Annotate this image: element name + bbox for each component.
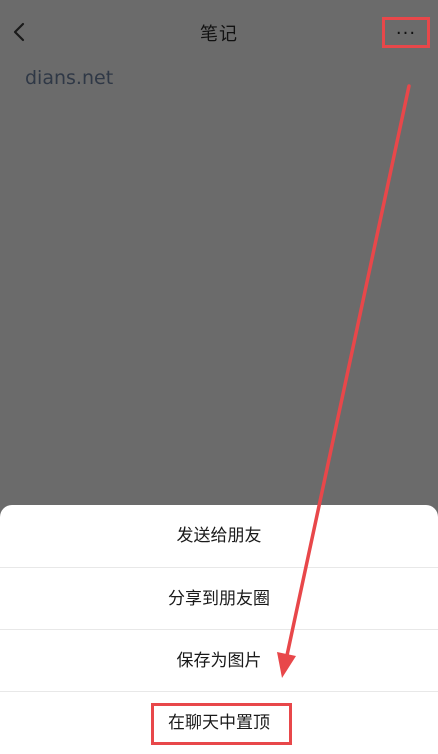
more-button[interactable]: ··· xyxy=(382,17,430,48)
note-content: dians.net xyxy=(25,67,114,89)
page-title: 笔记 xyxy=(200,24,238,45)
send-to-friend-option[interactable]: 发送给朋友 xyxy=(0,505,438,567)
share-to-moments-option[interactable]: 分享到朋友圈 xyxy=(0,568,438,630)
pin-highlight-box xyxy=(151,703,292,745)
save-as-image-option[interactable]: 保存为图片 xyxy=(0,630,438,692)
nav-bar: 笔记 ··· xyxy=(0,0,438,64)
ellipsis-icon: ··· xyxy=(395,23,417,44)
